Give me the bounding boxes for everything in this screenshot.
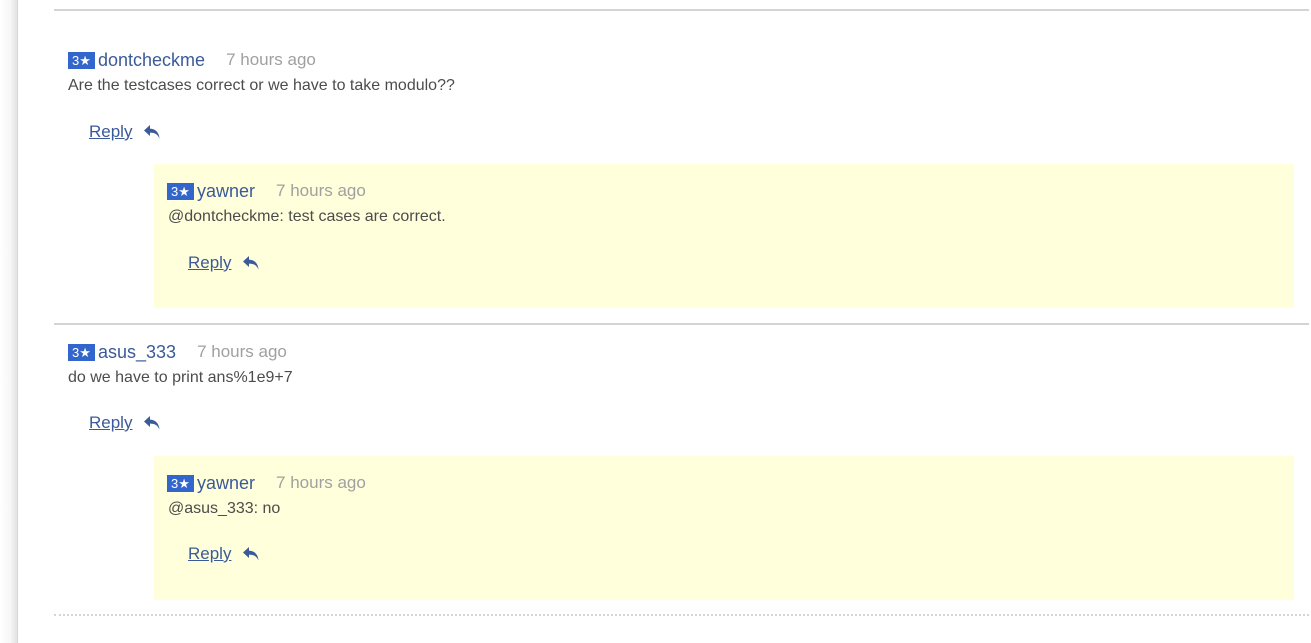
bottom-divider bbox=[54, 614, 1309, 616]
top-divider bbox=[54, 9, 1309, 11]
comment-text: do we have to print ans%1e9+7 bbox=[68, 369, 293, 386]
reply-text: @asus_333: no bbox=[168, 500, 281, 517]
reply-text: @dontcheckme: test cases are correct. bbox=[168, 208, 446, 225]
reply-label: Reply bbox=[89, 413, 133, 432]
comments-page: 3★ dontcheckme 7 hours ago Are the testc… bbox=[0, 0, 1311, 643]
rating-badge: 3★ bbox=[68, 343, 95, 361]
reply-header: 3★ yawner 7 hours ago bbox=[167, 180, 366, 202]
reply-author-link[interactable]: yawner bbox=[197, 473, 255, 494]
reply-label: Reply bbox=[188, 544, 232, 563]
reply-arrow-icon bbox=[243, 547, 259, 561]
reply-arrow-icon bbox=[243, 256, 259, 270]
reply-label: Reply bbox=[188, 253, 232, 272]
reply-author-link[interactable]: yawner bbox=[197, 181, 255, 202]
reply-arrow-icon bbox=[144, 416, 160, 430]
rating-badge: 3★ bbox=[68, 51, 95, 69]
comment-timestamp: 7 hours ago bbox=[197, 342, 287, 361]
reply-button[interactable]: Reply bbox=[188, 253, 260, 273]
comment-header: 3★ dontcheckme 7 hours ago bbox=[68, 49, 316, 71]
rating-badge: 3★ bbox=[167, 474, 194, 492]
reply-header: 3★ yawner 7 hours ago bbox=[167, 472, 366, 494]
page-edge-shadow bbox=[0, 0, 18, 643]
reply-label: Reply bbox=[89, 122, 133, 141]
comment-header: 3★ asus_333 7 hours ago bbox=[68, 341, 287, 363]
comment-text: Are the testcases correct or we have to … bbox=[68, 77, 455, 94]
comment-author-link[interactable]: dontcheckme bbox=[98, 50, 205, 71]
reply-timestamp: 7 hours ago bbox=[276, 473, 366, 492]
reply-timestamp: 7 hours ago bbox=[276, 181, 366, 200]
rating-badge: 3★ bbox=[167, 182, 194, 200]
comment-author-link[interactable]: asus_333 bbox=[98, 342, 176, 363]
reply-thread: 3★ yawner 7 hours ago @dontcheckme: test… bbox=[154, 164, 1294, 308]
comment-divider bbox=[54, 323, 1309, 325]
comment-timestamp: 7 hours ago bbox=[226, 50, 316, 69]
reply-thread: 3★ yawner 7 hours ago @asus_333: no Repl… bbox=[154, 456, 1294, 600]
reply-button[interactable]: Reply bbox=[188, 544, 260, 564]
reply-button[interactable]: Reply bbox=[89, 413, 161, 433]
reply-arrow-icon bbox=[144, 125, 160, 139]
reply-button[interactable]: Reply bbox=[89, 122, 161, 142]
